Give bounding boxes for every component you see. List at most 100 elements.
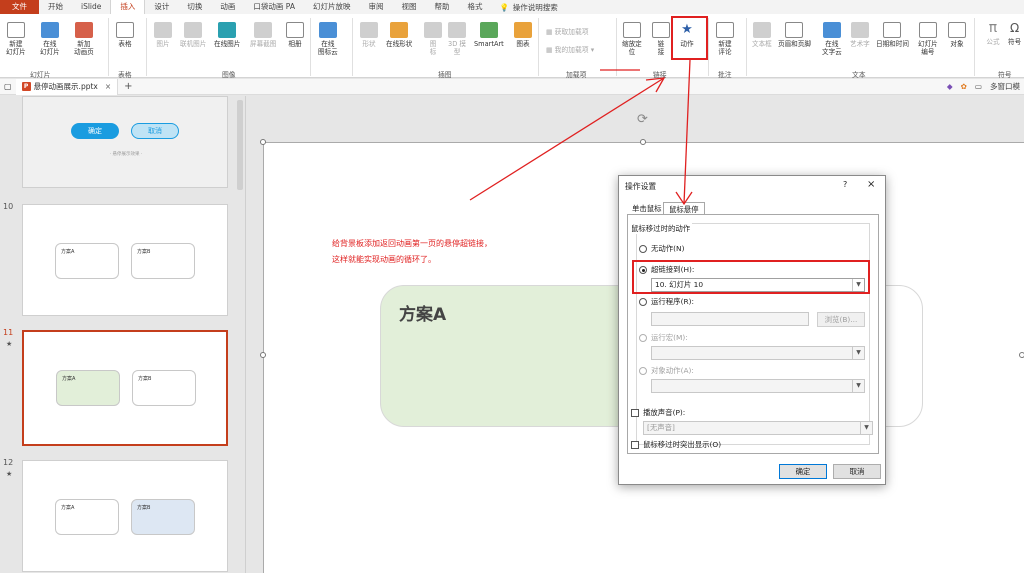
annotation-text: 给背景板添加返回动画第一页的悬停超链接， 这样就能实现动画的循环了。 (332, 239, 492, 264)
datetime-button[interactable]: 日期和时间 (876, 22, 909, 48)
resize-handle[interactable] (1019, 352, 1024, 358)
online-shapes-button[interactable]: 在线形状 (386, 22, 412, 48)
album-button[interactable]: 相册 (286, 22, 304, 48)
symbol-button[interactable]: Ω 符号 (1008, 20, 1021, 46)
checkbox-play-sound[interactable] (631, 408, 639, 417)
option-play-sound[interactable]: 播放声音(P): (631, 407, 685, 418)
3d-model-button[interactable]: 3D 模 型 (448, 22, 466, 56)
tab-help[interactable]: 帮助 (425, 0, 458, 14)
equation-button[interactable]: π 公式 (984, 20, 1002, 46)
header-footer-button[interactable]: 页眉和页脚 (778, 22, 811, 48)
rotate-handle-icon[interactable]: ⟳ (637, 112, 648, 127)
tab-animations[interactable]: 动画 (211, 0, 244, 14)
tab-home[interactable]: 开始 (39, 0, 72, 14)
tab-review[interactable]: 审阅 (359, 0, 392, 14)
resize-handle[interactable] (640, 139, 646, 145)
slide-thumbnail-11[interactable]: 方案A 方案B (22, 330, 228, 446)
picture-button[interactable]: 图片 (154, 22, 172, 48)
object-button[interactable]: 对象 (948, 22, 966, 48)
doc-tab[interactable]: P 悬停动画展示.pptx × (15, 78, 119, 95)
browse-button[interactable]: 浏览(B)... (817, 312, 865, 327)
program-input[interactable] (651, 312, 809, 326)
option-object-action[interactable]: 对象动作(A): (639, 365, 694, 376)
smartart-button[interactable]: SmartArt (474, 22, 504, 48)
file-icon: ▢ (4, 82, 12, 91)
online-slide-button[interactable]: 在线 幻灯片 (40, 22, 60, 56)
get-addins-button[interactable]: ▦ 获取加载项 (546, 26, 589, 36)
slide-thumbnail-10[interactable]: 方案A 方案B (22, 204, 228, 316)
shapes-button[interactable]: 形状 (360, 22, 378, 48)
slide-thumbnail-9[interactable]: 确定 取消 · 悬停展示效果 · (22, 96, 228, 188)
group-symbols-label: 符号 (998, 71, 1012, 79)
tell-me[interactable]: 💡 操作说明搜索 (499, 2, 557, 13)
album-icon (286, 22, 304, 38)
radio-run-program[interactable] (639, 297, 647, 306)
resize-handle[interactable] (260, 139, 266, 145)
tab-format[interactable]: 格式 (458, 0, 491, 14)
option-run-macro[interactable]: 运行宏(M): (639, 332, 688, 343)
ribbon-separator (708, 18, 709, 76)
icons-icon (424, 22, 442, 38)
ok-button[interactable]: 确定 (779, 464, 827, 479)
tab-insert[interactable]: 插入 (110, 0, 146, 15)
link-button[interactable]: 链 接 (652, 22, 670, 56)
resize-handle[interactable] (260, 352, 266, 358)
ribbon-separator (974, 18, 975, 76)
slide-thumbnail-pane: 确定 取消 · 悬停展示效果 · 10 方案A 方案B 11 ★ 方案A 方案B… (0, 96, 246, 573)
icon-cloud-button[interactable]: 在线 图标云 (318, 22, 338, 56)
online-picture-button[interactable]: 联机图片 (180, 22, 206, 48)
tab-pocket-animation[interactable]: 口袋动画 PA (244, 0, 304, 14)
group-table-label: 表格 (118, 71, 132, 79)
wordart-button[interactable]: 艺术字 (850, 22, 870, 48)
multi-window-button[interactable]: 多窗口模 (990, 81, 1020, 92)
gear-icon[interactable]: ✿ (961, 82, 967, 91)
table-button[interactable]: 表格 (116, 22, 134, 48)
puzzle-icon[interactable]: ◆ (947, 82, 953, 91)
online-picture-icon (184, 22, 203, 38)
tab-file[interactable]: 文件 (0, 0, 39, 14)
macro-select[interactable]: ▼ (651, 346, 865, 360)
highlight-action-button (671, 16, 708, 60)
globe-icon (652, 22, 670, 38)
tab-transitions[interactable]: 切换 (178, 0, 211, 14)
action-settings-dialog: 操作设置 ? × 单击鼠标 鼠标悬停 鼠标移过时的动作 无动作(N) 超链接到(… (618, 175, 886, 485)
new-slide-button[interactable]: 新建 幻灯片 (6, 22, 26, 56)
online-text-button[interactable]: 在线 文字云 (822, 22, 842, 56)
new-comment-button[interactable]: 新建 评论 (716, 22, 734, 56)
tab-islide[interactable]: iSlide (72, 0, 110, 14)
sound-select[interactable]: [无声音] ▼ (643, 421, 873, 435)
option-run-program[interactable]: 运行程序(R): (639, 296, 694, 307)
tab-slideshow[interactable]: 幻灯片放映 (304, 0, 360, 14)
fieldset-legend: 鼠标移过时的动作 (629, 223, 693, 234)
chart-button[interactable]: 图表 (514, 22, 532, 48)
scrollbar[interactable] (237, 100, 243, 190)
screenshot-button[interactable]: 屏幕截图 (250, 22, 276, 48)
option-none[interactable]: 无动作(N) (639, 243, 684, 254)
radio-run-macro[interactable] (639, 333, 647, 342)
option-highlight[interactable]: 鼠标移过时突出显示(O) (631, 439, 721, 450)
animation-star-icon: ★ (6, 470, 13, 478)
slide-thumbnail-12[interactable]: 方案A 方案B (22, 460, 228, 572)
checkbox-highlight[interactable] (631, 440, 639, 449)
textbox-button[interactable]: 文本框 (752, 22, 772, 48)
close-button[interactable]: × (867, 179, 875, 190)
my-addins-button[interactable]: ▦ 我的加载项 ▾ (546, 44, 594, 54)
icons-button[interactable]: 图 标 (424, 22, 442, 56)
zoom-button[interactable]: 缩放定 位 (622, 22, 642, 56)
close-icon[interactable]: × (105, 82, 111, 91)
radio-object-action[interactable] (639, 366, 647, 375)
slide-number-button[interactable]: 幻灯片 编号 (918, 22, 938, 56)
object-action-select[interactable]: ▼ (651, 379, 865, 393)
add-tab-icon[interactable]: + (118, 81, 138, 92)
online-image-button[interactable]: 在线图片 (214, 22, 240, 48)
radio-none[interactable] (639, 244, 647, 253)
window-icon[interactable]: ▭ (975, 82, 982, 91)
tab-view[interactable]: 视图 (392, 0, 425, 14)
tab-design[interactable]: 设计 (145, 0, 178, 14)
card-a[interactable]: 方案A (380, 285, 650, 427)
cancel-button[interactable]: 取消 (833, 464, 881, 479)
help-button[interactable]: ? (843, 180, 847, 189)
group-slides-label: 幻灯片 (30, 71, 51, 79)
mini-card-a: 方案A (55, 243, 119, 279)
new-anim-page-button[interactable]: 新加 动画页 (74, 22, 94, 56)
